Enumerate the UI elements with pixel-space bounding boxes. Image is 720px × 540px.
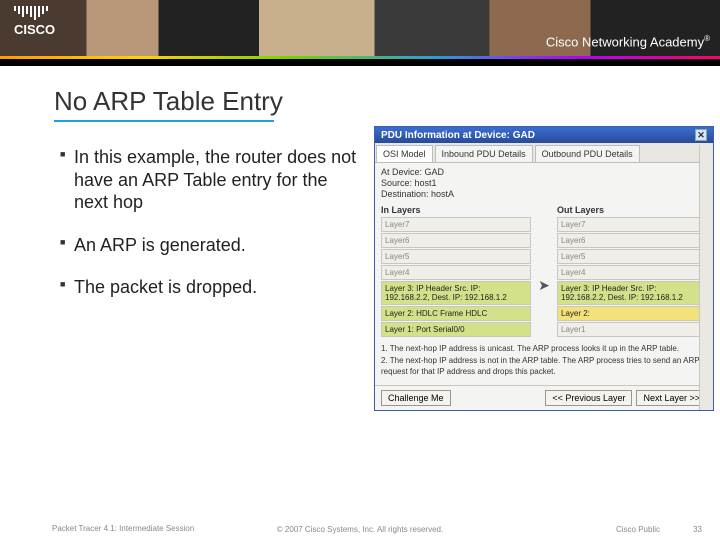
- in-layer-5[interactable]: Layer5: [381, 249, 531, 264]
- in-layer-1[interactable]: Layer 1: Port Serial0/0: [381, 322, 531, 337]
- prev-layer-button[interactable]: << Previous Layer: [545, 390, 632, 406]
- academy-label: Cisco Networking Academy®: [546, 34, 710, 49]
- pdu-notes: 1. The next-hop IP address is unicast. T…: [381, 344, 707, 377]
- pdu-window: PDU Information at Device: GAD ✕ OSI Mod…: [374, 126, 714, 411]
- slide-title: No ARP Table Entry: [54, 86, 283, 117]
- meta-dest: Destination: hostA: [381, 189, 707, 199]
- tab-inbound[interactable]: Inbound PDU Details: [435, 145, 533, 162]
- out-layer-1[interactable]: Layer1: [557, 322, 707, 337]
- bullet-item: In this example, the router does not hav…: [60, 146, 360, 214]
- pdu-meta: At Device: GAD Source: host1 Destination…: [381, 167, 707, 199]
- out-layer-2[interactable]: Layer 2:: [557, 306, 707, 321]
- scrollbar[interactable]: [699, 145, 713, 410]
- in-layer-6[interactable]: Layer6: [381, 233, 531, 248]
- bullet-item: The packet is dropped.: [60, 276, 360, 299]
- title-underline: [54, 120, 274, 122]
- next-layer-button[interactable]: Next Layer >>: [636, 390, 707, 406]
- challenge-button[interactable]: Challenge Me: [381, 390, 451, 406]
- slide-number: 33: [693, 525, 702, 534]
- pdu-footer: Challenge Me << Previous Layer Next Laye…: [375, 385, 713, 410]
- banner-bottom-bar: [0, 59, 720, 66]
- note-1: 1. The next-hop IP address is unicast. T…: [381, 344, 707, 354]
- in-layer-2[interactable]: Layer 2: HDLC Frame HDLC: [381, 306, 531, 321]
- out-layer-6[interactable]: Layer6: [557, 233, 707, 248]
- note-2: 2. The next-hop IP address is not in the…: [381, 356, 707, 377]
- slide-footer: Packet Tracer 4.1: Intermediate Session …: [0, 518, 720, 540]
- pdu-title-text: PDU Information at Device: GAD: [381, 130, 535, 141]
- out-layer-3[interactable]: Layer 3: IP Header Src. IP: 192.168.2.2,…: [557, 281, 707, 305]
- tab-outbound[interactable]: Outbound PDU Details: [535, 145, 640, 162]
- close-icon[interactable]: ✕: [695, 129, 707, 141]
- out-layer-5[interactable]: Layer5: [557, 249, 707, 264]
- in-layers-col: In Layers Layer7 Layer6 Layer5 Layer4 La…: [381, 205, 531, 338]
- meta-device: At Device: GAD: [381, 167, 707, 177]
- tab-osi-model[interactable]: OSI Model: [376, 145, 433, 162]
- layers-container: In Layers Layer7 Layer6 Layer5 Layer4 La…: [381, 205, 707, 338]
- footer-public: Cisco Public: [616, 525, 660, 534]
- out-layer-7[interactable]: Layer7: [557, 217, 707, 232]
- pdu-tabs: OSI Model Inbound PDU Details Outbound P…: [375, 143, 713, 163]
- meta-source: Source: host1: [381, 178, 707, 188]
- academy-text: Cisco Networking Academy: [546, 34, 704, 49]
- in-layer-7[interactable]: Layer7: [381, 217, 531, 232]
- out-layer-4[interactable]: Layer4: [557, 265, 707, 280]
- bullet-list: In this example, the router does not hav…: [60, 146, 360, 319]
- out-layers-label: Out Layers: [557, 205, 707, 215]
- pdu-titlebar: PDU Information at Device: GAD ✕: [375, 127, 713, 143]
- trademark-symbol: ®: [704, 34, 710, 43]
- bullet-item: An ARP is generated.: [60, 234, 360, 257]
- in-layer-3[interactable]: Layer 3: IP Header Src. IP: 192.168.2.2,…: [381, 281, 531, 305]
- slide-banner: CISCO Cisco Networking Academy®: [0, 0, 720, 66]
- in-layer-4[interactable]: Layer4: [381, 265, 531, 280]
- cisco-logo-bars: [14, 6, 55, 20]
- cisco-logo-text: CISCO: [14, 22, 55, 37]
- pdu-body: At Device: GAD Source: host1 Destination…: [375, 163, 713, 385]
- footer-copyright: © 2007 Cisco Systems, Inc. All rights re…: [0, 525, 720, 534]
- arrow-icon: ➤: [537, 205, 551, 338]
- out-layers-col: Out Layers Layer7 Layer6 Layer5 Layer4 L…: [557, 205, 707, 338]
- in-layers-label: In Layers: [381, 205, 531, 215]
- cisco-logo: CISCO: [14, 6, 55, 37]
